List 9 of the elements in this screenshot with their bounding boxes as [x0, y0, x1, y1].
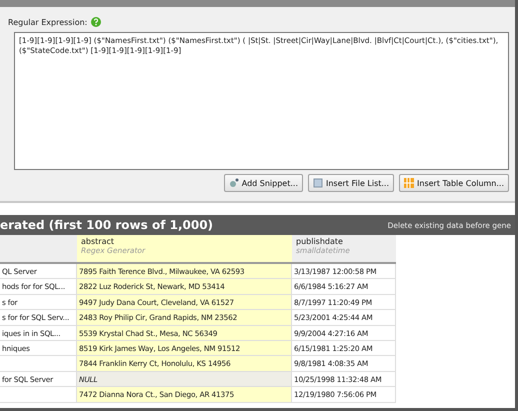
column-header[interactable]	[0, 235, 77, 264]
preview-title: erated (first 100 rows of 1,000)	[0, 218, 214, 232]
toolbar-button[interactable]: Add Snippet...	[224, 174, 303, 192]
help-icon[interactable]	[91, 17, 102, 27]
toolbar-button[interactable]: Insert Table Column...	[399, 174, 509, 192]
field-label: Regular Expression:	[8, 18, 88, 26]
toolbar-button[interactable]: Insert File List...	[308, 174, 394, 192]
document-icon	[312, 178, 323, 188]
table-icon	[404, 178, 414, 188]
